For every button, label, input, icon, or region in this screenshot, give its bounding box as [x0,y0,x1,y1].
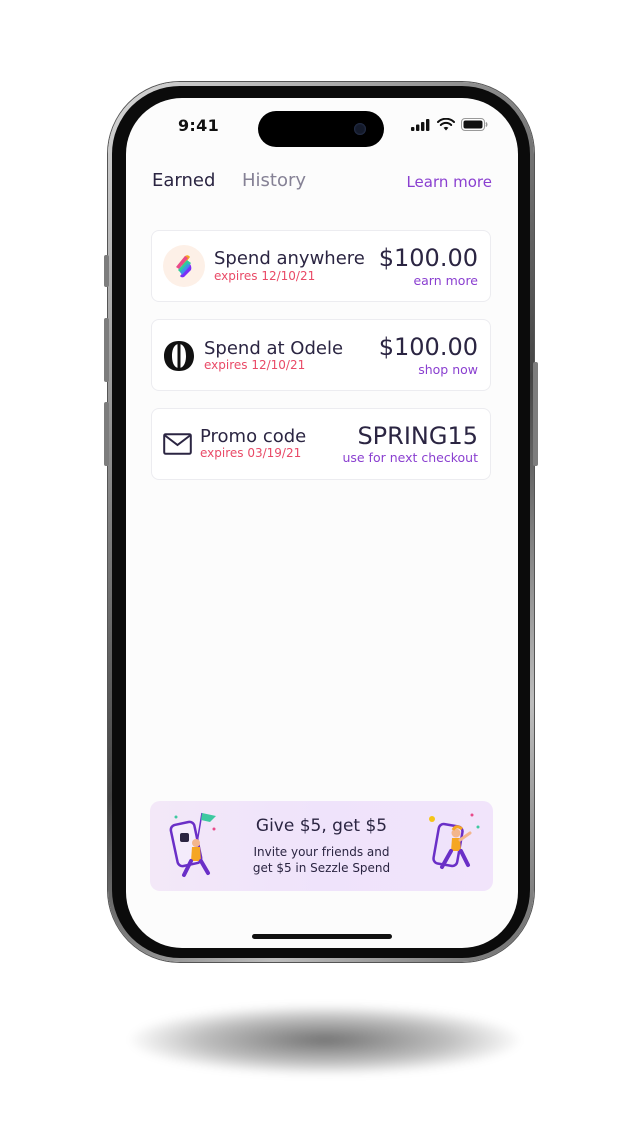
reward-value: $100.00 [378,244,478,272]
reward-title: Promo code [200,426,307,447]
reward-expires: expires 12/10/21 [204,358,306,372]
promo-code-value: SPRING15 [357,422,478,450]
tab-bar: Earned History Learn more [152,170,492,194]
reward-card-spend-anywhere[interactable]: Spend anywhere expires 12/10/21 $100.00 … [151,230,491,302]
reward-card-promo-code[interactable]: Promo code expires 03/19/21 SPRING15 use… [151,408,491,480]
use-next-checkout-link[interactable]: use for next checkout [342,450,478,465]
volume-down-button [104,402,109,466]
phone-shadow [130,1005,520,1075]
front-camera-icon [354,123,366,135]
referral-banner[interactable]: Give $5, get $5 Invite your friends and … [150,801,493,891]
reward-card-odele[interactable]: Spend at Odele expires 12/10/21 $100.00 … [151,319,491,391]
earn-more-link[interactable]: earn more [413,273,478,288]
power-button [533,362,538,466]
volume-up-button [104,318,109,382]
status-icons [411,118,488,131]
dynamic-island [258,111,384,147]
reward-expires: expires 03/19/21 [200,446,302,460]
reward-title: Spend at Odele [204,338,344,359]
reward-expires: expires 12/10/21 [214,269,316,283]
person-phone-jumping-illustration [429,813,480,869]
reward-value: $100.00 [378,333,478,361]
learn-more-link[interactable]: Learn more [406,173,492,191]
cellular-signal-icon [411,118,430,131]
odele-logo-icon [164,341,194,371]
wifi-icon [437,118,455,131]
reward-title: Spend anywhere [214,248,365,269]
battery-icon [461,118,488,131]
phone-screen: 9:41 Earned History Learn more Spend any… [126,98,518,948]
tab-earned[interactable]: Earned [152,170,215,191]
sezzle-logo-icon [163,245,205,287]
shop-now-link[interactable]: shop now [418,362,478,377]
envelope-icon [163,433,192,455]
action-button [104,255,109,287]
home-indicator[interactable] [252,934,392,939]
status-time: 9:41 [178,116,219,135]
tab-history[interactable]: History [242,170,306,191]
